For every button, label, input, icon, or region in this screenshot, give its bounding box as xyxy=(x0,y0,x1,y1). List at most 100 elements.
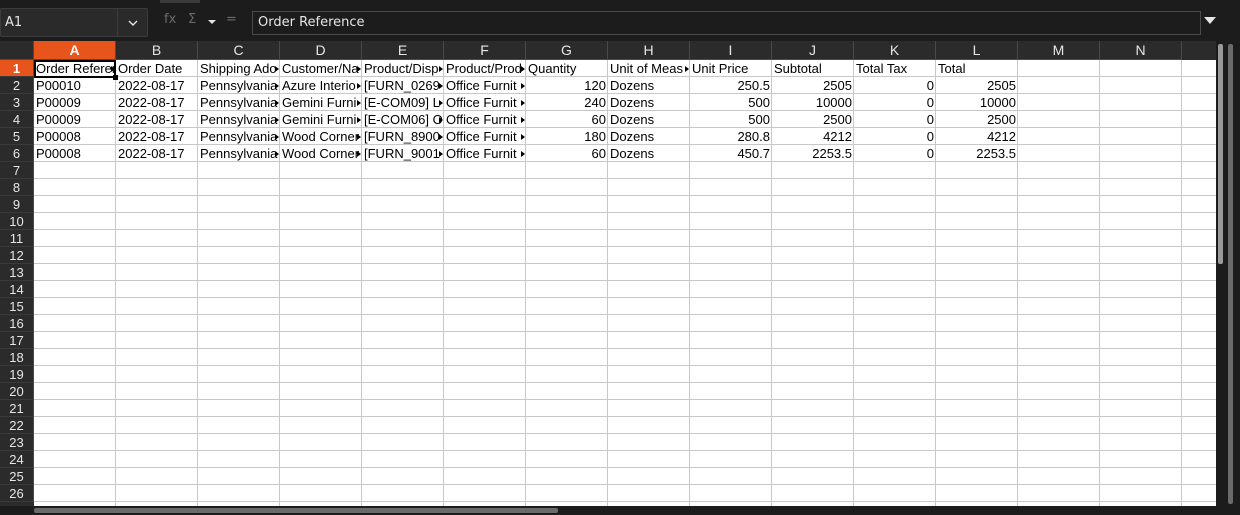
cell-g3[interactable]: 240 xyxy=(526,94,608,111)
cell-b5[interactable]: 2022-08-17 xyxy=(116,128,198,145)
cell-i4[interactable]: 500 xyxy=(690,111,772,128)
cell-c3[interactable]: Pennsylvania xyxy=(198,94,280,111)
column-header-d[interactable]: D xyxy=(280,41,362,60)
row-header-1[interactable]: 1 xyxy=(0,60,34,77)
column-header-j[interactable]: J xyxy=(772,41,854,60)
cell-l4[interactable]: 2500 xyxy=(936,111,1018,128)
cell-l2[interactable]: 2505 xyxy=(936,77,1018,94)
cell-f1[interactable]: Product/Prod xyxy=(444,60,526,77)
cell-e2[interactable]: [FURN_0269 xyxy=(362,77,444,94)
column-header-c[interactable]: C xyxy=(198,41,280,60)
cell-b6[interactable]: 2022-08-17 xyxy=(116,145,198,162)
column-header-k[interactable]: K xyxy=(854,41,936,60)
cell-b2[interactable]: 2022-08-17 xyxy=(116,77,198,94)
cell-k4[interactable]: 0 xyxy=(854,111,936,128)
row-header-13[interactable]: 13 xyxy=(0,264,34,281)
cell-c5[interactable]: Pennsylvania xyxy=(198,128,280,145)
cell-h2[interactable]: Dozens xyxy=(608,77,690,94)
cell-d3[interactable]: Gemini Furni xyxy=(280,94,362,111)
cell-a1[interactable]: Order Referer xyxy=(34,60,116,77)
cell-b4[interactable]: 2022-08-17 xyxy=(116,111,198,128)
cell-a2[interactable]: P00010 xyxy=(34,77,116,94)
row-header-10[interactable]: 10 xyxy=(0,213,34,230)
equals-icon[interactable]: = xyxy=(226,12,237,28)
cell-f4[interactable]: Office Furnit xyxy=(444,111,526,128)
cell-f6[interactable]: Office Furnit xyxy=(444,145,526,162)
cell-a4[interactable]: P00009 xyxy=(34,111,116,128)
cell-f5[interactable]: Office Furnit xyxy=(444,128,526,145)
column-header-e[interactable]: E xyxy=(362,41,444,60)
name-box[interactable]: A1 xyxy=(0,8,148,37)
row-header-11[interactable]: 11 xyxy=(0,230,34,247)
expand-formula-icon[interactable] xyxy=(1203,16,1217,26)
row-header-19[interactable]: 19 xyxy=(0,366,34,383)
cell-a6[interactable]: P00008 xyxy=(34,145,116,162)
column-header-a[interactable]: A xyxy=(34,41,116,60)
row-header-9[interactable]: 9 xyxy=(0,196,34,213)
row-header-23[interactable]: 23 xyxy=(0,434,34,451)
row-header-15[interactable]: 15 xyxy=(0,298,34,315)
row-header-22[interactable]: 22 xyxy=(0,417,34,434)
cell-e6[interactable]: [FURN_9001 xyxy=(362,145,444,162)
cell-g6[interactable]: 60 xyxy=(526,145,608,162)
row-header-24[interactable]: 24 xyxy=(0,451,34,468)
cell-i2[interactable]: 250.5 xyxy=(690,77,772,94)
cell-b3[interactable]: 2022-08-17 xyxy=(116,94,198,111)
column-header-n[interactable]: N xyxy=(1100,41,1182,60)
cell-d6[interactable]: Wood Corner xyxy=(280,145,362,162)
formula-text[interactable]: Order Reference xyxy=(258,15,365,30)
name-box-input[interactable]: A1 xyxy=(5,15,22,30)
cell-h1[interactable]: Unit of Meas xyxy=(608,60,690,77)
row-header-4[interactable]: 4 xyxy=(0,111,34,128)
cell-g1[interactable]: Quantity xyxy=(526,60,608,77)
cell-j4[interactable]: 2500 xyxy=(772,111,854,128)
sum-icon[interactable]: Σ xyxy=(188,12,196,28)
row-header-18[interactable]: 18 xyxy=(0,349,34,366)
column-header-m[interactable]: M xyxy=(1018,41,1100,60)
cell-d4[interactable]: Gemini Furni xyxy=(280,111,362,128)
cell-k5[interactable]: 0 xyxy=(854,128,936,145)
row-header-3[interactable]: 3 xyxy=(0,94,34,111)
cell-a3[interactable]: P00009 xyxy=(34,94,116,111)
cell-b1[interactable]: Order Date xyxy=(116,60,198,77)
formula-input[interactable]: Order Reference xyxy=(252,11,1201,35)
cell-k1[interactable]: Total Tax xyxy=(854,60,936,77)
row-header-12[interactable]: 12 xyxy=(0,247,34,264)
cell-i1[interactable]: Unit Price xyxy=(690,60,772,77)
cell-j5[interactable]: 4212 xyxy=(772,128,854,145)
cell-j1[interactable]: Subtotal xyxy=(772,60,854,77)
row-header-6[interactable]: 6 xyxy=(0,145,34,162)
cell-j3[interactable]: 10000 xyxy=(772,94,854,111)
column-header-b[interactable]: B xyxy=(116,41,198,60)
cell-d1[interactable]: Customer/Na xyxy=(280,60,362,77)
cell-c2[interactable]: Pennsylvania xyxy=(198,77,280,94)
cell-j2[interactable]: 2505 xyxy=(772,77,854,94)
sum-dropdown-icon[interactable] xyxy=(207,18,217,26)
cell-h5[interactable]: Dozens xyxy=(608,128,690,145)
cell-h3[interactable]: Dozens xyxy=(608,94,690,111)
column-header-f[interactable]: F xyxy=(444,41,526,60)
row-header-25[interactable]: 25 xyxy=(0,468,34,485)
cell-j6[interactable]: 2253.5 xyxy=(772,145,854,162)
cell-l5[interactable]: 4212 xyxy=(936,128,1018,145)
row-header-7[interactable]: 7 xyxy=(0,162,34,179)
row-header-14[interactable]: 14 xyxy=(0,281,34,298)
cell-c4[interactable]: Pennsylvania xyxy=(198,111,280,128)
column-header-h[interactable]: H xyxy=(608,41,690,60)
chevron-down-icon[interactable] xyxy=(127,17,139,29)
cell-h4[interactable]: Dozens xyxy=(608,111,690,128)
row-header-17[interactable]: 17 xyxy=(0,332,34,349)
cell-e5[interactable]: [FURN_8900 xyxy=(362,128,444,145)
cell-l3[interactable]: 10000 xyxy=(936,94,1018,111)
cell-k3[interactable]: 0 xyxy=(854,94,936,111)
outer-scroll-thumb[interactable] xyxy=(1228,44,1233,504)
cell-d2[interactable]: Azure Interio xyxy=(280,77,362,94)
cell-d5[interactable]: Wood Corner xyxy=(280,128,362,145)
cell-e4[interactable]: [E-COM06] O xyxy=(362,111,444,128)
column-header-g[interactable]: G xyxy=(526,41,608,60)
cell-f2[interactable]: Office Furnit xyxy=(444,77,526,94)
row-header-21[interactable]: 21 xyxy=(0,400,34,417)
horizontal-scroll-thumb[interactable] xyxy=(34,508,558,513)
cell-e3[interactable]: [E-COM09] L xyxy=(362,94,444,111)
cell-i6[interactable]: 450.7 xyxy=(690,145,772,162)
